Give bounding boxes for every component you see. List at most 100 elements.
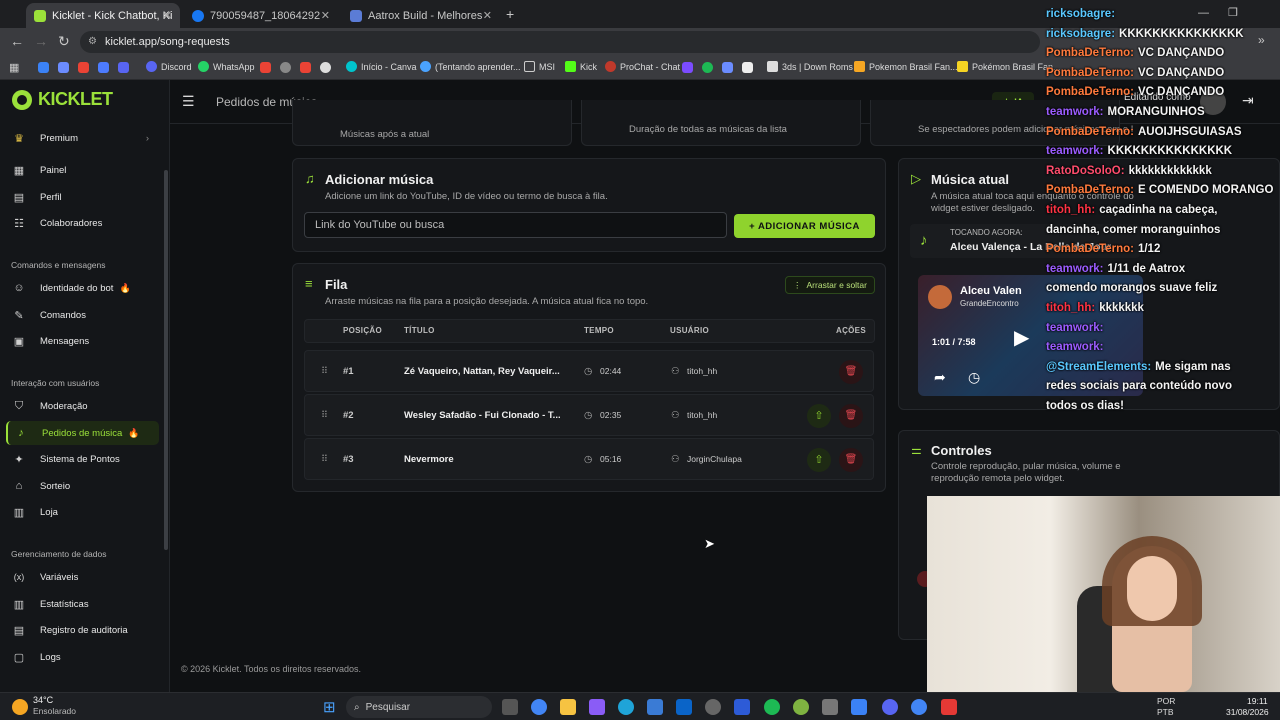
- sidebar-item-variables[interactable]: (x) Variáveis: [6, 565, 159, 589]
- gmail-icon[interactable]: [78, 62, 89, 73]
- taskbar-search[interactable]: ⌕ Pesquisar: [346, 696, 492, 718]
- back-icon[interactable]: ←: [10, 33, 24, 49]
- move-up-button[interactable]: ⇧: [807, 404, 831, 428]
- chat-message: PombaDeTerno: VC DANÇANDO: [1046, 47, 1224, 59]
- bookmark-prochat[interactable]: ProChat - Chat: [605, 61, 680, 72]
- bookmark-3ds[interactable]: 3ds | Down Roms: [767, 61, 853, 72]
- watch-later-icon[interactable]: ◷: [968, 369, 980, 386]
- sidebar-section-interaction: Interação com usuários: [11, 378, 100, 388]
- x-icon[interactable]: [742, 62, 753, 73]
- sidebar-item-moderation[interactable]: ⛉ Moderação: [6, 394, 159, 418]
- bookmark-msi[interactable]: MSI: [524, 61, 555, 72]
- weather-icon[interactable]: [12, 699, 28, 715]
- sidebar-item-song-requests[interactable]: ♪ Pedidos de música 🔥: [6, 421, 159, 445]
- play-icon[interactable]: ▶: [1014, 325, 1029, 350]
- bookmark-icon[interactable]: [58, 62, 69, 73]
- bookmark-kick[interactable]: Kick: [565, 61, 597, 72]
- gmail-icon[interactable]: [260, 62, 271, 73]
- outlook-icon[interactable]: [676, 699, 692, 715]
- sidebar-item-points[interactable]: ✦ Sistema de Pontos: [6, 447, 159, 471]
- delete-song-button[interactable]: 🗑: [839, 360, 863, 384]
- brand-logo[interactable]: KICKLET: [12, 89, 113, 110]
- bookmark-discord[interactable]: Discord: [146, 61, 192, 72]
- close-tab-icon[interactable]: ✕: [163, 9, 172, 22]
- spotify-icon[interactable]: [702, 62, 713, 73]
- bookmark-icon[interactable]: [722, 62, 733, 73]
- sidebar-item-logs[interactable]: ▢ Logs: [6, 645, 159, 669]
- bookmark-icon[interactable]: [118, 62, 129, 73]
- browser-tab-aatrox[interactable]: Aatrox Build - Melhores Const ✕: [342, 3, 500, 28]
- table-row[interactable]: ⠿ #3 Nevermore ◷ 05:16 ⚇ JorginChulapa ⇧…: [304, 438, 874, 480]
- file-explorer-icon[interactable]: [560, 699, 576, 715]
- copilot-icon[interactable]: [589, 699, 605, 715]
- bookmark-icon[interactable]: [98, 62, 109, 73]
- drag-handle-icon[interactable]: ⠿: [321, 410, 328, 421]
- app-icon[interactable]: [822, 699, 838, 715]
- sidebar-item-premium[interactable]: ♛ Premium ›: [6, 126, 159, 150]
- sidebar: KICKLET ♛ Premium › ▦ Painel ▤ Perfil ☷ Col…: [0, 80, 170, 692]
- bookmark-icon[interactable]: [38, 62, 49, 73]
- apps-grid-icon[interactable]: ▦: [9, 61, 19, 74]
- app-icon[interactable]: [851, 699, 867, 715]
- site-info-icon[interactable]: ⚙: [88, 36, 97, 47]
- share-icon[interactable]: ➦: [934, 369, 946, 386]
- song-search-input[interactable]: Link do YouTube ou busca: [304, 212, 727, 238]
- bookmark-icon: [957, 61, 968, 72]
- bookmark-tentando[interactable]: (Tentando aprender...: [420, 61, 521, 72]
- drag-handle-icon[interactable]: ⠿: [321, 454, 328, 465]
- bookmark-icon[interactable]: [280, 62, 291, 73]
- delete-song-button[interactable]: 🗑: [839, 404, 863, 428]
- chat-message: ricksobagre:: [1046, 8, 1119, 20]
- sidebar-item-giveaway[interactable]: ⌂ Sorteio: [6, 474, 159, 498]
- table-row[interactable]: ⠿ #1 Zé Vaqueiro, Nattan, Rey Vaqueir...…: [304, 350, 874, 392]
- sidebar-item-painel[interactable]: ▦ Painel: [6, 158, 159, 182]
- sidebar-item-commands[interactable]: ✎ Comandos: [6, 303, 159, 327]
- app-icon[interactable]: [793, 699, 809, 715]
- menu-toggle-icon[interactable]: ☰: [182, 93, 195, 110]
- gmail-icon[interactable]: [300, 62, 311, 73]
- chrome-icon[interactable]: [911, 699, 927, 715]
- settings-icon[interactable]: [705, 699, 721, 715]
- bookmark-canva[interactable]: Início - Canva: [346, 61, 417, 72]
- reload-icon[interactable]: ↻: [58, 33, 70, 50]
- new-tab-icon[interactable]: +: [506, 6, 514, 22]
- delete-song-button[interactable]: 🗑: [839, 448, 863, 472]
- browser-tab-facebook[interactable]: 790059487_1806429261277488 ✕: [184, 3, 338, 28]
- discord-icon[interactable]: [882, 699, 898, 715]
- sidebar-item-store[interactable]: ▥ Loja: [6, 500, 159, 524]
- move-up-button[interactable]: ⇧: [807, 448, 831, 472]
- bookmark-pokemon-1[interactable]: Pokemon Brasil Fan...: [854, 61, 958, 72]
- sidebar-item-statistics[interactable]: ▥ Estatísticas: [6, 592, 159, 616]
- audit-icon: ▤: [13, 624, 25, 637]
- forward-icon[interactable]: →: [34, 33, 48, 49]
- bookmark-icon[interactable]: [320, 62, 331, 73]
- sidebar-item-colaboradores[interactable]: ☷ Colaboradores: [6, 211, 159, 235]
- bookmark-whatsapp[interactable]: WhatsApp: [198, 61, 255, 72]
- store-icon[interactable]: [647, 699, 663, 715]
- chrome-icon[interactable]: [531, 699, 547, 715]
- sidebar-item-audit-log[interactable]: ▤ Registro de auditoria: [6, 618, 159, 642]
- drag-drop-badge: ⋮ Arrastar e soltar: [785, 276, 875, 294]
- add-song-button[interactable]: + ADICIONAR MÚSICA: [734, 214, 875, 238]
- app-icon[interactable]: [734, 699, 750, 715]
- sidebar-item-messages[interactable]: ▣ Mensagens: [6, 329, 159, 353]
- browser-tab-kicklet[interactable]: Kicklet - Kick Chatbot, Kick Wid ✕: [26, 3, 180, 28]
- chat-text: redes sociais para conteúdo novo: [1046, 380, 1232, 393]
- close-tab-icon[interactable]: ✕: [483, 9, 492, 22]
- edge-icon[interactable]: [618, 699, 634, 715]
- bookmark-icon-row-3: [682, 62, 753, 73]
- windows-taskbar: 34°C Ensolarado ⊞ ⌕ Pesquisar POR PTB 19:…: [0, 692, 1280, 720]
- users-icon: ☷: [14, 217, 24, 230]
- sidebar-scrollbar[interactable]: [164, 170, 168, 550]
- sidebar-item-bot-identity[interactable]: ☺ Identidade do bot 🔥: [6, 276, 159, 300]
- drag-handle-icon[interactable]: ⠿: [321, 366, 328, 377]
- app-icon[interactable]: [941, 699, 957, 715]
- spotify-icon[interactable]: [764, 699, 780, 715]
- close-tab-icon[interactable]: ✕: [321, 9, 330, 22]
- sidebar-item-perfil[interactable]: ▤ Perfil: [6, 185, 159, 209]
- task-view-icon[interactable]: [502, 699, 518, 715]
- table-row[interactable]: ⠿ #2 Wesley Safadão - Fui Clonado - T...…: [304, 394, 874, 436]
- bookmark-icon[interactable]: [682, 62, 693, 73]
- windows-start-icon[interactable]: ⊞: [323, 698, 336, 716]
- url-field[interactable]: ⚙ kicklet.app/song-requests: [80, 31, 1040, 53]
